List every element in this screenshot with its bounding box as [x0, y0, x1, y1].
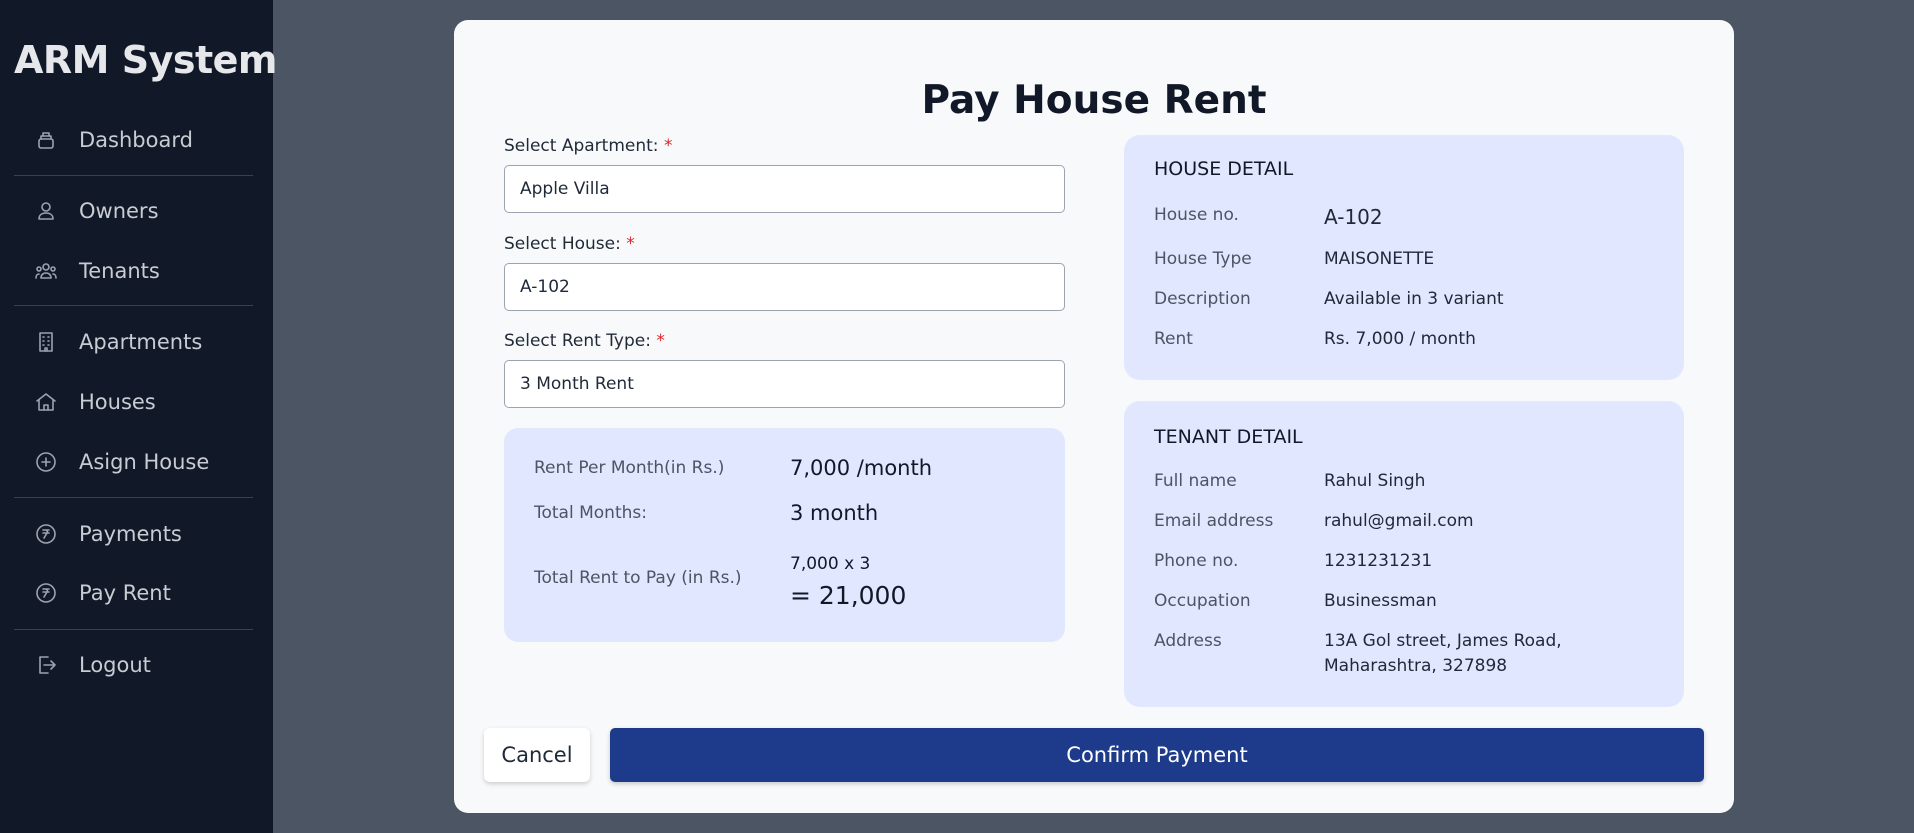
- house-select-value: A-102: [520, 277, 570, 297]
- rent-per-month-label: Rent Per Month(in Rs.): [534, 458, 725, 478]
- rupee-icon: [33, 521, 59, 547]
- sidebar-item-label: Asign House: [79, 450, 210, 474]
- sidebar-divider: [14, 629, 253, 630]
- email-label: Email address: [1154, 511, 1274, 531]
- rent-type-select[interactable]: 3 Month Rent: [504, 360, 1065, 408]
- sidebar-item-asign-house[interactable]: Asign House: [33, 442, 209, 482]
- sidebar-item-label: Dashboard: [79, 128, 193, 152]
- address-line-1: 13A Gol street, James Road,: [1324, 631, 1562, 651]
- sidebar-item-label: Houses: [79, 390, 156, 414]
- tenant-detail-card: TENANT DETAIL Full name Rahul Singh Emai…: [1124, 401, 1684, 707]
- inbox-stack-icon: [33, 127, 59, 153]
- description-value: Available in 3 variant: [1324, 289, 1504, 309]
- house-no-value: A-102: [1324, 205, 1383, 229]
- address-label: Address: [1154, 631, 1222, 651]
- email-value: rahul@gmail.com: [1324, 511, 1474, 531]
- sidebar-item-houses[interactable]: Houses: [33, 382, 156, 422]
- address-line-2: Maharashtra, 327898: [1324, 656, 1508, 676]
- sidebar: ARM System Dashboard Owners Tenants Apar…: [0, 0, 278, 833]
- building-icon: [33, 329, 59, 355]
- rent-type-select-value: 3 Month Rent: [520, 374, 634, 394]
- user-icon: [33, 198, 59, 224]
- house-type-value: MAISONETTE: [1324, 249, 1435, 269]
- total-months-label: Total Months:: [534, 503, 647, 523]
- full-name-label: Full name: [1154, 471, 1237, 491]
- plus-circle-icon: [33, 449, 59, 475]
- users-icon: [33, 258, 59, 284]
- tenant-detail-title: TENANT DETAIL: [1154, 426, 1303, 448]
- cancel-button[interactable]: Cancel: [484, 728, 590, 782]
- sidebar-item-dashboard[interactable]: Dashboard: [33, 120, 193, 160]
- house-field-label: Select House: *: [504, 234, 635, 254]
- rent-value: Rs. 7,000 / month: [1324, 329, 1476, 349]
- sidebar-item-payments[interactable]: Payments: [33, 514, 182, 554]
- occupation-value: Businessman: [1324, 591, 1437, 611]
- modal-title: Pay House Rent: [921, 78, 1267, 123]
- rent-per-month-value: 7,000 /month: [790, 456, 933, 480]
- sidebar-item-tenants[interactable]: Tenants: [33, 251, 160, 291]
- rent-summary-card: Rent Per Month(in Rs.) 7,000 /month Tota…: [504, 428, 1065, 642]
- total-months-value: 3 month: [790, 501, 879, 525]
- confirm-payment-button[interactable]: Confirm Payment: [610, 728, 1704, 782]
- house-no-label: House no.: [1154, 205, 1239, 225]
- sidebar-divider: [14, 175, 253, 176]
- sidebar-item-apartments[interactable]: Apartments: [33, 322, 202, 362]
- logout-icon: [33, 652, 59, 678]
- app-title: ARM System: [14, 38, 278, 82]
- sidebar-item-label: Owners: [79, 199, 159, 223]
- sidebar-item-label: Payments: [79, 522, 182, 546]
- phone-value: 1231231231: [1324, 551, 1433, 571]
- rent-type-field-label: Select Rent Type: *: [504, 331, 665, 351]
- phone-label: Phone no.: [1154, 551, 1239, 571]
- sidebar-item-label: Pay Rent: [79, 581, 171, 605]
- sidebar-item-label: Tenants: [79, 259, 160, 283]
- rupee-icon: [33, 580, 59, 606]
- apartment-field-label: Select Apartment: *: [504, 136, 673, 156]
- pay-rent-modal: Pay House Rent Select Apartment: * Apple…: [454, 20, 1734, 813]
- description-label: Description: [1154, 289, 1251, 309]
- total-rent-formula: 7,000 x 3: [790, 554, 871, 574]
- sidebar-item-logout[interactable]: Logout: [33, 645, 151, 685]
- house-detail-title: HOUSE DETAIL: [1154, 158, 1294, 180]
- sidebar-item-label: Apartments: [79, 330, 203, 354]
- rent-label: Rent: [1154, 329, 1193, 349]
- total-rent-value: = 21,000: [790, 581, 907, 610]
- house-detail-card: HOUSE DETAIL House no. A-102 House Type …: [1124, 135, 1684, 380]
- address-value: 13A Gol street, James Road, Maharashtra,…: [1324, 629, 1562, 679]
- house-type-label: House Type: [1154, 249, 1252, 269]
- required-marker: *: [656, 331, 665, 351]
- apartment-select-value: Apple Villa: [520, 179, 610, 199]
- house-select[interactable]: A-102: [504, 263, 1065, 311]
- home-icon: [33, 389, 59, 415]
- sidebar-item-pay-rent[interactable]: Pay Rent: [33, 573, 171, 613]
- sidebar-divider: [14, 497, 253, 498]
- sidebar-item-label: Logout: [79, 653, 151, 677]
- sidebar-item-owners[interactable]: Owners: [33, 191, 159, 231]
- apartment-select[interactable]: Apple Villa: [504, 165, 1065, 213]
- total-rent-label: Total Rent to Pay (in Rs.): [534, 568, 742, 588]
- required-marker: *: [663, 136, 673, 156]
- occupation-label: Occupation: [1154, 591, 1251, 611]
- required-marker: *: [626, 234, 635, 254]
- sidebar-divider: [14, 305, 253, 306]
- full-name-value: Rahul Singh: [1324, 471, 1426, 491]
